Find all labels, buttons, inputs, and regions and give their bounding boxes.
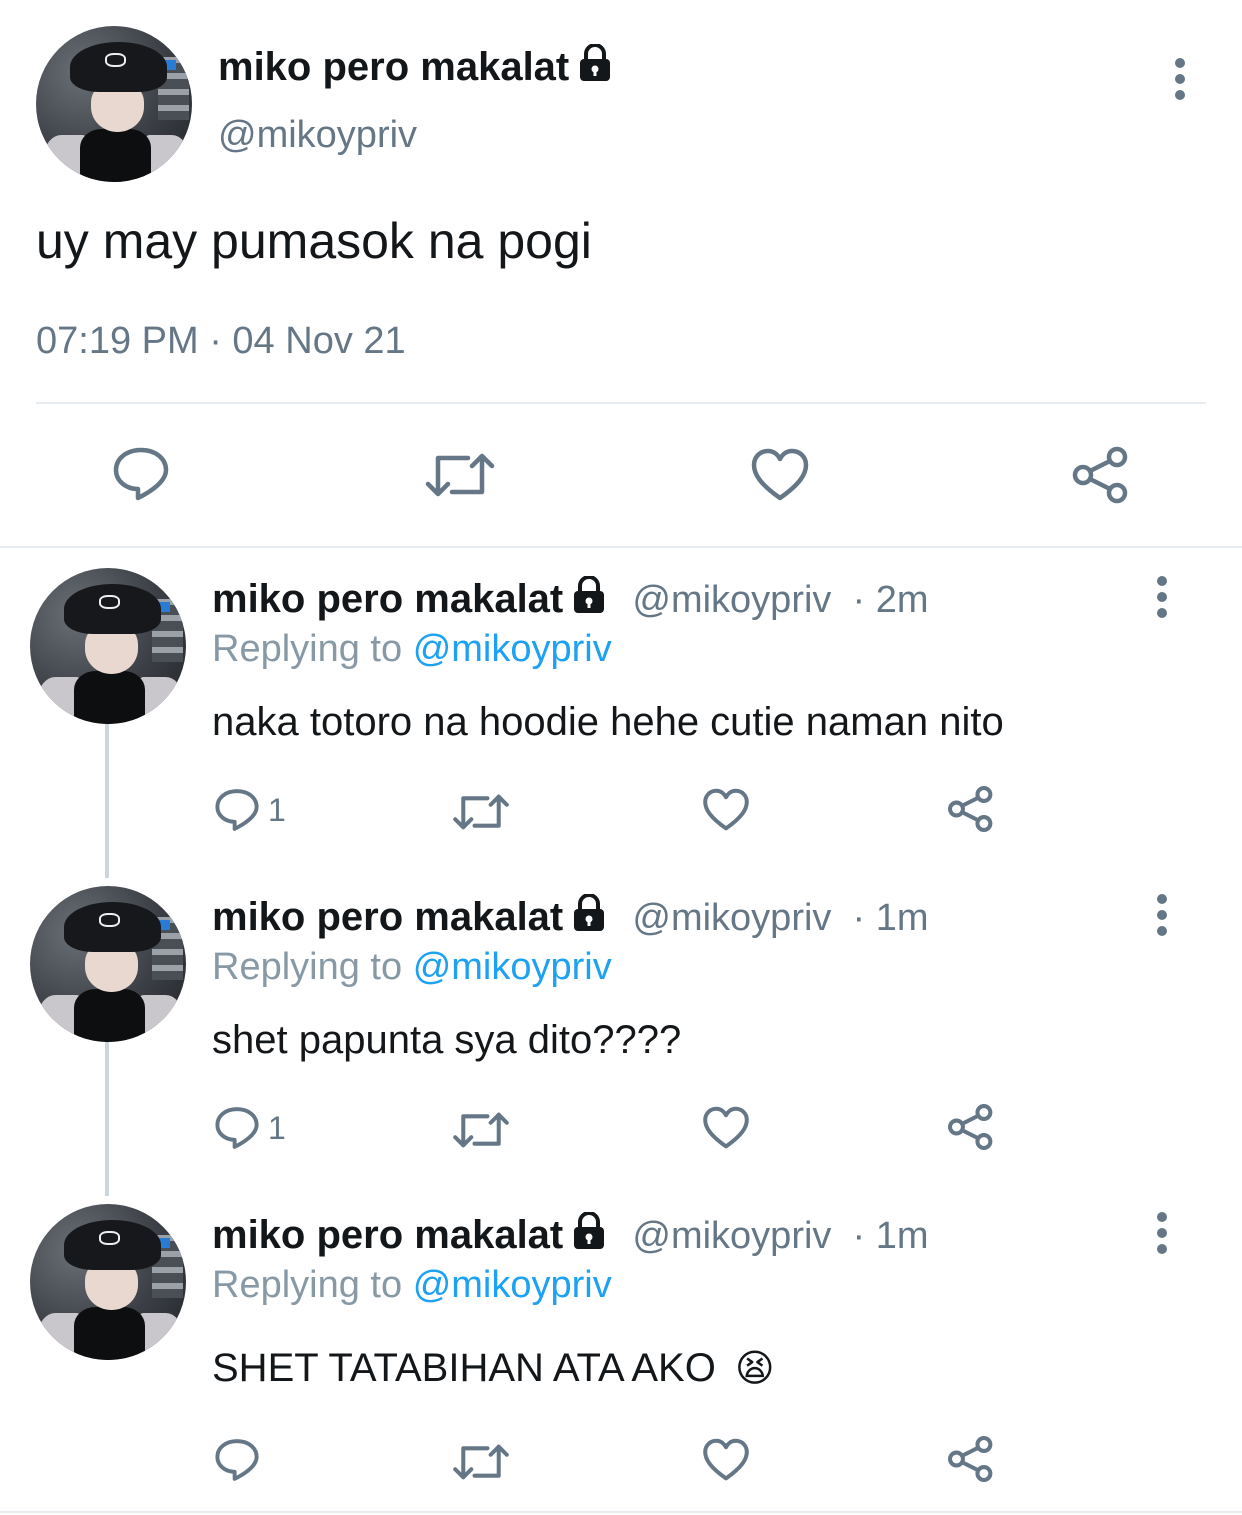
reply-icon [215, 1107, 259, 1149]
avatar[interactable] [36, 26, 192, 182]
lock-icon [580, 44, 611, 81]
retweet-icon [425, 453, 495, 497]
display-name-text: miko pero makalat [218, 45, 570, 89]
tweet-text: uy may pumasok na pogi [36, 213, 592, 269]
display-name[interactable]: miko pero makalat [218, 44, 613, 90]
tweet-timestamp[interactable]: 07:19 PM · 04 Nov 21 [36, 320, 406, 363]
reply-time: · 1m [852, 897, 929, 939]
reply-button[interactable]: 1 [214, 788, 286, 832]
reply-button[interactable]: 1 [214, 1106, 286, 1150]
retweet-icon [453, 794, 509, 830]
reply-text: shet papunta sya dito???? [212, 1018, 682, 1062]
lock-icon [574, 1212, 605, 1249]
thread-line [105, 724, 109, 878]
share-icon [948, 1436, 993, 1482]
display-name[interactable]: miko pero makalat @mikoypriv · 1m [212, 894, 929, 940]
retweet-button[interactable] [452, 1440, 510, 1484]
replying-prefix: Replying to [212, 946, 403, 988]
like-button[interactable] [750, 448, 810, 502]
like-icon [751, 448, 809, 501]
like-icon [703, 1438, 749, 1481]
display-name-text: miko pero makalat [212, 1213, 564, 1257]
replying-to: Replying to @mikoypriv [212, 1264, 612, 1307]
more-icon[interactable] [1170, 58, 1190, 106]
replying-prefix: Replying to [212, 1264, 403, 1306]
divider [0, 1511, 1242, 1513]
share-icon [948, 1104, 993, 1150]
retweet-icon [453, 1112, 509, 1148]
reply-time: · 2m [852, 579, 929, 621]
handle[interactable]: @mikoypriv [632, 1215, 831, 1257]
display-name-text: miko pero makalat [212, 895, 564, 939]
display-name[interactable]: miko pero makalat @mikoypriv · 1m [212, 1212, 929, 1258]
like-button[interactable] [702, 1106, 750, 1150]
more-icon[interactable] [1152, 894, 1172, 942]
display-name[interactable]: miko pero makalat @mikoypriv · 2m [212, 576, 929, 622]
avatar[interactable] [30, 1204, 186, 1360]
lock-icon [574, 576, 605, 613]
reply-text: naka totoro na hoodie hehe cutie naman n… [212, 700, 1004, 744]
retweet-button[interactable] [424, 448, 496, 502]
share-icon [1072, 446, 1128, 504]
share-button[interactable] [946, 1434, 996, 1484]
mention-link[interactable]: @mikoypriv [413, 628, 612, 670]
more-icon[interactable] [1152, 576, 1172, 624]
retweet-icon [453, 1444, 509, 1480]
thread-line [105, 1042, 109, 1196]
retweet-button[interactable] [452, 790, 510, 834]
share-button[interactable] [1070, 444, 1132, 506]
tired-face-emoji: 😫 [734, 1348, 775, 1390]
divider [36, 402, 1206, 404]
reply-icon [113, 447, 169, 501]
more-icon[interactable] [1152, 1212, 1172, 1260]
reply-text-content: SHET TATABIHAN ATA AKO [212, 1346, 716, 1390]
display-name-text: miko pero makalat [212, 577, 564, 621]
mention-link[interactable]: @mikoypriv [413, 946, 612, 988]
reply-button[interactable] [112, 446, 170, 502]
replying-to: Replying to @mikoypriv [212, 628, 612, 671]
share-button[interactable] [946, 1102, 996, 1152]
avatar[interactable] [30, 568, 186, 724]
reply-time: · 1m [852, 1215, 929, 1257]
reply-text: SHET TATABIHAN ATA AKO 😫 [212, 1346, 775, 1391]
replying-prefix: Replying to [212, 628, 403, 670]
like-icon [703, 788, 749, 831]
share-icon [948, 786, 993, 832]
share-button[interactable] [946, 784, 996, 834]
handle[interactable]: @mikoypriv [632, 579, 831, 621]
divider [0, 546, 1242, 548]
mention-link[interactable]: @mikoypriv [413, 1264, 612, 1306]
reply-icon [215, 789, 259, 831]
like-button[interactable] [702, 1438, 750, 1482]
avatar[interactable] [30, 886, 186, 1042]
like-button[interactable] [702, 788, 750, 832]
lock-icon [574, 894, 605, 931]
handle[interactable]: @mikoypriv [218, 114, 417, 157]
reply-count: 1 [268, 791, 286, 828]
reply-count: 1 [268, 1109, 286, 1146]
reply-button[interactable] [214, 1438, 268, 1482]
like-icon [703, 1106, 749, 1149]
reply-icon [215, 1439, 259, 1481]
handle[interactable]: @mikoypriv [632, 897, 831, 939]
retweet-button[interactable] [452, 1108, 510, 1152]
replying-to: Replying to @mikoypriv [212, 946, 612, 989]
